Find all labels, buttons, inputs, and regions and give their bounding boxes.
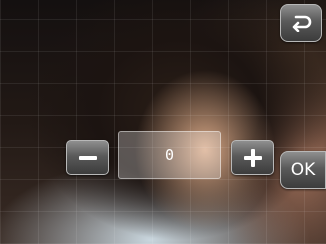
minus-icon — [78, 155, 97, 160]
screen: 0 OK — [0, 0, 326, 244]
back-button[interactable] — [280, 4, 322, 42]
return-arrow-icon — [292, 15, 312, 32]
grid-overlay — [0, 0, 326, 244]
plus-icon — [243, 148, 262, 167]
decrease-button[interactable] — [66, 140, 109, 175]
value-display: 0 — [118, 131, 221, 179]
increase-button[interactable] — [231, 140, 274, 175]
ok-button[interactable]: OK — [280, 151, 326, 189]
